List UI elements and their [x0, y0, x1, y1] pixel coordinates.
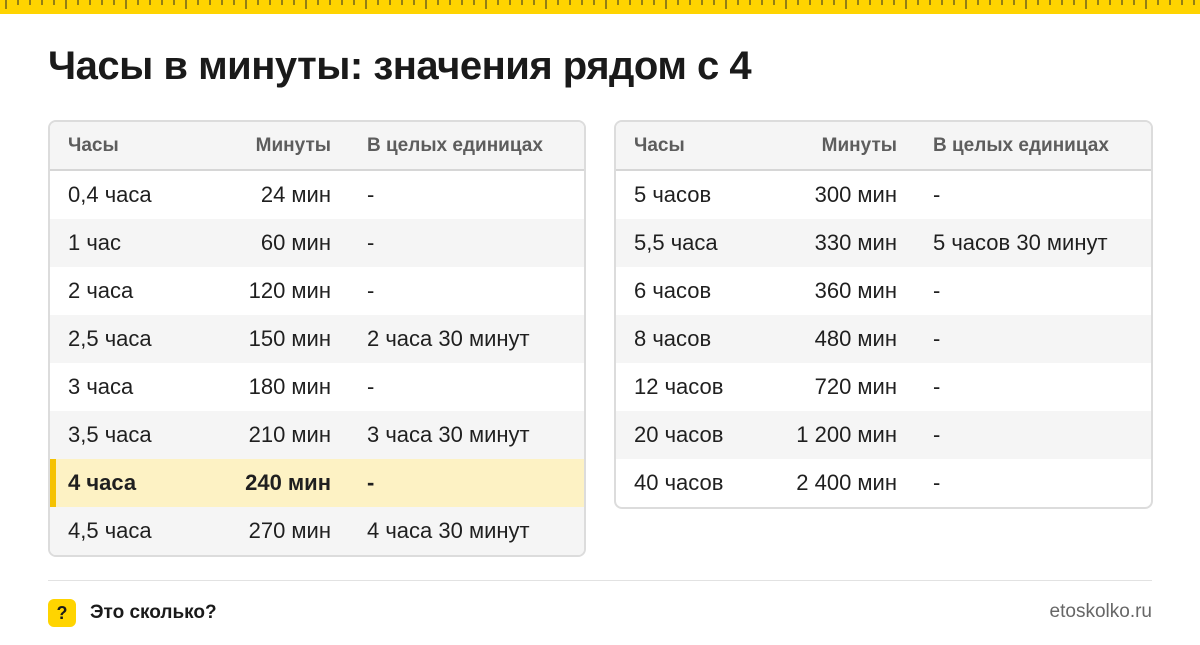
table-row: 5,5 часа 330 мин 5 часов 30 минут — [616, 219, 1151, 267]
brand[interactable]: ? Это сколько? — [48, 599, 217, 627]
table-row: 20 часов 1 200 мин - — [616, 411, 1151, 459]
table-row: 5 часов 300 мин - — [616, 171, 1151, 219]
table-header: Часы Минуты В целых единицах — [50, 122, 584, 171]
footer-divider — [48, 580, 1152, 581]
cell-hours: 1 час — [68, 230, 122, 255]
table-row: 40 часов 2 400 мин - — [616, 459, 1151, 507]
table-row: 2 часа 120 мин - — [50, 267, 584, 315]
table-body: 0,4 часа 24 мин - 1 час 60 мин - 2 часа 120 мин… — [50, 171, 584, 555]
cell-hours: 5,5 часа — [634, 230, 718, 255]
cell-minutes: 300 мин — [814, 182, 897, 207]
table-right: Часы Минуты В целых единицах 5 часов 300 … — [614, 120, 1153, 509]
cell-whole-units: - — [933, 326, 941, 351]
ruler-strip — [0, 0, 1200, 14]
cell-whole-units: - — [367, 230, 375, 255]
cell-whole-units: - — [933, 374, 941, 399]
cell-minutes: 1 200 мин — [796, 422, 897, 447]
cell-hours: 2 часа — [68, 278, 134, 303]
ruler-ticks — [5, 0, 1195, 9]
cell-minutes: 480 мин — [814, 326, 897, 351]
cell-whole-units: 4 часа 30 минут — [367, 518, 530, 543]
column-header-whole: В целых единицах — [933, 134, 1109, 156]
cell-hours: 4 часа — [68, 470, 137, 495]
table-row: 4,5 часа 270 мин 4 часа 30 минут — [50, 507, 584, 555]
cell-hours: 5 часов — [634, 182, 712, 207]
table-left: Часы Минуты В целых единицах 0,4 часа 24 … — [48, 120, 586, 557]
cell-minutes: 150 мин — [248, 326, 331, 351]
column-header-minutes: Минуты — [255, 134, 331, 156]
cell-minutes: 2 400 мин — [796, 470, 897, 495]
cell-whole-units: 3 часа 30 минут — [367, 422, 530, 447]
cell-whole-units: - — [367, 470, 375, 495]
cell-minutes: 330 мин — [814, 230, 897, 255]
cell-hours: 3,5 часа — [68, 422, 152, 447]
column-header-minutes: Минуты — [821, 134, 897, 156]
table-row: 1 час 60 мин - — [50, 219, 584, 267]
cell-whole-units: - — [933, 278, 941, 303]
table-row-highlighted: 4 часа 240 мин - — [50, 459, 584, 507]
table-row: 3 часа 180 мин - — [50, 363, 584, 411]
table-row: 12 часов 720 мин - — [616, 363, 1151, 411]
cell-minutes: 360 мин — [814, 278, 897, 303]
cell-hours: 8 часов — [634, 326, 712, 351]
cell-whole-units: - — [367, 374, 375, 399]
cell-whole-units: - — [933, 422, 941, 447]
cell-minutes: 240 мин — [245, 470, 331, 495]
brand-name: Это сколько? — [90, 602, 217, 623]
cell-minutes: 180 мин — [248, 374, 331, 399]
cell-hours: 4,5 часа — [68, 518, 152, 543]
table-row: 8 часов 480 мин - — [616, 315, 1151, 363]
site-link[interactable]: etoskolko.ru — [1050, 601, 1152, 623]
question-icon: ? — [48, 599, 76, 627]
cell-whole-units: - — [367, 182, 375, 207]
cell-hours: 40 часов — [634, 470, 724, 495]
cell-minutes: 720 мин — [814, 374, 897, 399]
table-row: 6 часов 360 мин - — [616, 267, 1151, 315]
cell-hours: 2,5 часа — [68, 326, 152, 351]
column-header-hours: Часы — [68, 134, 119, 156]
cell-minutes: 24 мин — [260, 182, 331, 207]
cell-whole-units: 5 часов 30 минут — [933, 230, 1108, 255]
table-row: 0,4 часа 24 мин - — [50, 171, 584, 219]
page-title: Часы в минуты: значения рядом с 4 — [48, 44, 752, 88]
column-header-whole: В целых единицах — [367, 134, 543, 156]
cell-hours: 20 часов — [634, 422, 724, 447]
table-header: Часы Минуты В целых единицах — [616, 122, 1151, 171]
cell-minutes: 60 мин — [260, 230, 331, 255]
cell-hours: 6 часов — [634, 278, 712, 303]
cell-whole-units: 2 часа 30 минут — [367, 326, 530, 351]
cell-whole-units: - — [933, 470, 941, 495]
table-row: 2,5 часа 150 мин 2 часа 30 минут — [50, 315, 584, 363]
table-body: 5 часов 300 мин - 5,5 часа 330 мин 5 часов 30… — [616, 171, 1151, 507]
cell-minutes: 210 мин — [248, 422, 331, 447]
cell-hours: 12 часов — [634, 374, 724, 399]
cell-hours: 0,4 часа — [68, 182, 152, 207]
cell-minutes: 270 мин — [248, 518, 331, 543]
cell-minutes: 120 мин — [248, 278, 331, 303]
cell-hours: 3 часа — [68, 374, 134, 399]
cell-whole-units: - — [933, 182, 941, 207]
table-row: 3,5 часа 210 мин 3 часа 30 минут — [50, 411, 584, 459]
column-header-hours: Часы — [634, 134, 685, 156]
cell-whole-units: - — [367, 278, 375, 303]
